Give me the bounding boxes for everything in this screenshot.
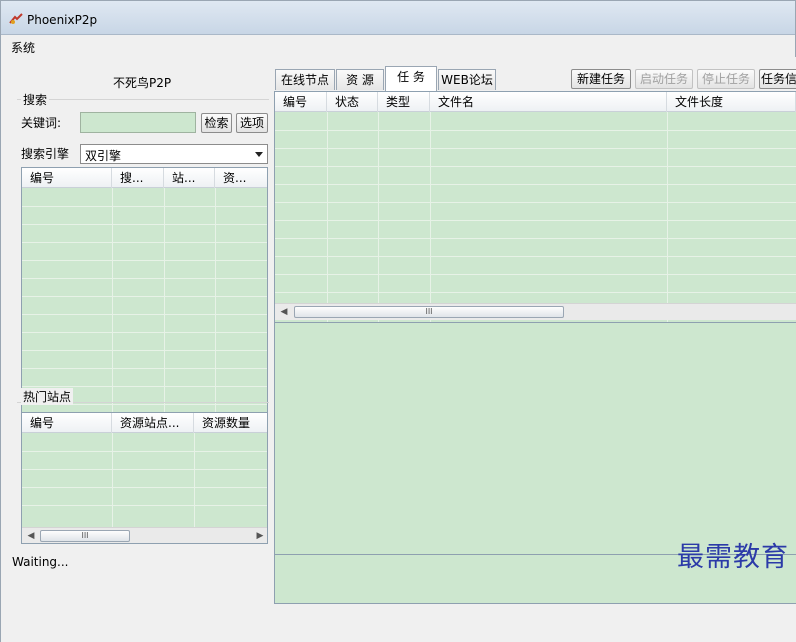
- grid-line: [275, 202, 796, 203]
- task-panel: 编号 状态 类型 文件名 文件长度 ◀ III: [274, 91, 796, 604]
- grid-line: [430, 112, 431, 322]
- search-group-divider: [17, 99, 269, 100]
- stop-task-button[interactable]: 停止任务: [697, 69, 755, 89]
- grid-line: [667, 112, 668, 322]
- sidebar-title: 不死鸟P2P: [113, 76, 172, 90]
- column-header[interactable]: 编号: [275, 92, 327, 112]
- task-table-header: 编号 状态 类型 文件名 文件长度: [275, 92, 796, 112]
- grid-line: [22, 260, 267, 261]
- column-header[interactable]: 编号: [22, 413, 112, 433]
- hot-sites-label: 热门站点: [21, 388, 74, 405]
- grid-line: [22, 386, 267, 387]
- grid-line: [22, 278, 267, 279]
- engine-select[interactable]: 双引擎: [80, 144, 268, 164]
- grid-line: [22, 368, 267, 369]
- grid-line: [22, 314, 267, 315]
- search-results-header: 编号 搜... 站... 资...: [22, 168, 267, 188]
- window-title: PhoenixP2p: [27, 13, 98, 27]
- column-header[interactable]: 搜...: [112, 168, 164, 188]
- column-header[interactable]: 文件长度: [667, 92, 796, 112]
- grid-line: [275, 220, 796, 221]
- column-header[interactable]: 资...: [215, 168, 267, 188]
- task-table[interactable]: 编号 状态 类型 文件名 文件长度 ◀ III: [275, 92, 796, 323]
- grid-line: [22, 350, 267, 351]
- grid-line: [22, 487, 267, 488]
- grid-line: [22, 332, 267, 333]
- grid-line: [275, 130, 796, 131]
- horizontal-scrollbar[interactable]: ◀ III ▶: [22, 527, 267, 543]
- chevron-down-icon[interactable]: [255, 152, 263, 157]
- scroll-left-icon[interactable]: ◀: [23, 529, 39, 543]
- grid-line: [275, 274, 796, 275]
- engine-label: 搜索引擎: [21, 147, 70, 161]
- grid-line: [22, 451, 267, 452]
- column-header[interactable]: 资源站点...: [112, 413, 194, 433]
- scroll-left-icon[interactable]: ◀: [276, 305, 292, 319]
- grid-line: [22, 469, 267, 470]
- grid-line: [22, 296, 267, 297]
- grid-line: [275, 256, 796, 257]
- grid-line: [327, 112, 328, 322]
- watermark-text: 最需教育: [677, 542, 789, 573]
- grid-line: [275, 148, 796, 149]
- task-info-button[interactable]: 任务信: [759, 69, 796, 89]
- engine-selected-value: 双引擎: [85, 149, 122, 163]
- menu-bar: 系统: [1, 36, 795, 56]
- grid-line: [275, 166, 796, 167]
- grid-line: [22, 242, 267, 243]
- keyword-label: 关键词:: [21, 116, 62, 130]
- tab-online-nodes[interactable]: 在线节点: [275, 69, 335, 90]
- status-text: Waiting...: [12, 555, 69, 569]
- phoenix-app-icon: [9, 13, 23, 24]
- search-button[interactable]: 检索: [201, 113, 232, 133]
- grid-line: [22, 505, 267, 506]
- search-group-label: 搜索: [21, 91, 50, 108]
- column-header[interactable]: 类型: [378, 92, 430, 112]
- start-task-button[interactable]: 启动任务: [635, 69, 693, 89]
- column-header[interactable]: 资源数量: [194, 413, 267, 433]
- tab-resources[interactable]: 资 源: [336, 69, 384, 90]
- tab-tasks[interactable]: 任 务: [385, 66, 437, 91]
- app-window: PhoenixP2p 系统 不死鸟P2P 搜索 关键词: 检索 选项 搜索引擎 …: [0, 0, 796, 642]
- grid-line: [378, 112, 379, 322]
- grid-line: [275, 184, 796, 185]
- title-bar[interactable]: PhoenixP2p: [1, 1, 795, 35]
- column-header[interactable]: 状态: [327, 92, 378, 112]
- options-button[interactable]: 选项: [236, 113, 268, 133]
- tab-web-forum[interactable]: WEB论坛: [438, 69, 496, 90]
- new-task-button[interactable]: 新建任务: [571, 69, 631, 89]
- column-header[interactable]: 站...: [164, 168, 215, 188]
- grid-line: [275, 238, 796, 239]
- hot-sites-header: 编号 资源站点... 资源数量: [22, 413, 267, 433]
- grid-line: [22, 224, 267, 225]
- keyword-input[interactable]: [80, 112, 196, 133]
- column-header[interactable]: 文件名: [430, 92, 667, 112]
- horizontal-scrollbar[interactable]: ◀ III: [275, 303, 796, 320]
- scroll-thumb[interactable]: III: [40, 530, 130, 542]
- grid-line: [22, 206, 267, 207]
- scroll-thumb[interactable]: III: [294, 306, 564, 318]
- grid-line: [275, 292, 796, 293]
- menu-system[interactable]: 系统: [11, 39, 35, 56]
- column-header[interactable]: 编号: [22, 168, 112, 188]
- hot-sites-table[interactable]: 编号 资源站点... 资源数量 ◀ III ▶: [21, 412, 268, 544]
- scroll-right-icon[interactable]: ▶: [252, 529, 267, 543]
